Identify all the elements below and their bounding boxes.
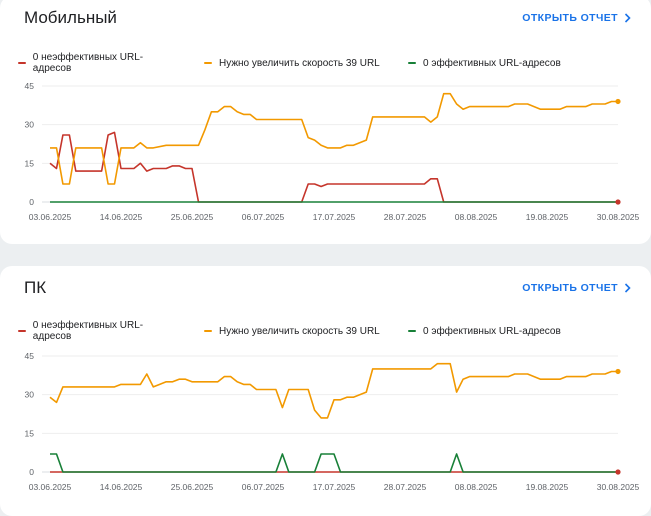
y-tick-label: 30	[25, 120, 35, 130]
x-tick-label: 25.06.2025	[171, 482, 214, 492]
card-title: ПК	[24, 278, 47, 297]
desktop-line-chart: 0 15 30 45 03.06.2025 14.06.2025 25.06.2025 06.…	[25, 351, 640, 492]
legend-label: 0 неэффективных URL-адресов	[32, 320, 144, 342]
mobile-line-chart: 0 15 30 45 03.06.2025 14.06.2025 25.06.2025 06.…	[25, 81, 640, 222]
x-tick-label: 14.06.2025	[100, 212, 143, 222]
x-tick-label: 06.07.2025	[242, 482, 285, 492]
legend-swatch	[408, 62, 416, 64]
legend-item-good[interactable]: 0 эффективных URL-адресов	[408, 52, 561, 74]
legend-item-good[interactable]: 0 эффективных URL-адресов	[408, 320, 561, 342]
x-tick-label: 17.07.2025	[313, 482, 356, 492]
x-tick-label: 03.06.2025	[29, 482, 72, 492]
series-line[interactable]	[49, 131, 618, 203]
legend-swatch	[18, 330, 26, 332]
open-report-link[interactable]: ОТКРЫТЬ ОТЧЕТ	[522, 12, 631, 24]
y-tick-label: 15	[25, 158, 35, 168]
x-tick-label: 03.06.2025	[29, 212, 72, 222]
legend-item-needs-improvement[interactable]: Нужно увеличить скорость 39 URL	[204, 52, 384, 74]
series-end-point[interactable]	[615, 199, 621, 205]
legend-label: 0 неэффективных URL-адресов	[32, 52, 144, 74]
y-tick-label: 30	[25, 390, 35, 400]
y-tick-label: 0	[29, 197, 34, 207]
series-line[interactable]	[50, 453, 618, 473]
chart-legend: 0 неэффективных URL-адресов Нужно увелич…	[18, 52, 589, 74]
x-tick-label: 28.07.2025	[384, 212, 427, 222]
x-tick-label: 06.07.2025	[242, 212, 285, 222]
y-tick-label: 45	[25, 351, 35, 361]
legend-swatch	[204, 62, 212, 64]
legend-label: Нужно увеличить скорость 39 URL	[219, 57, 380, 69]
x-tick-label: 08.08.2025	[455, 482, 498, 492]
x-tick-label: 19.08.2025	[526, 482, 569, 492]
x-tick-label: 17.07.2025	[313, 212, 356, 222]
mobile-card: Мобильный ОТКРЫТЬ ОТЧЕТ 0 неэффективных …	[0, 0, 651, 244]
series-line[interactable]	[50, 92, 618, 185]
chevron-right-icon	[624, 13, 631, 23]
x-tick-label: 14.06.2025	[100, 482, 143, 492]
x-tick-label: 30.08.2025	[597, 482, 640, 492]
legend-label: 0 эффективных URL-адресов	[423, 325, 561, 337]
x-tick-label: 08.08.2025	[455, 212, 498, 222]
legend-swatch	[408, 330, 416, 332]
legend-item-poor[interactable]: 0 неэффективных URL-адресов	[18, 320, 178, 342]
series-end-point[interactable]	[615, 368, 621, 375]
series-end-point[interactable]	[615, 98, 621, 105]
x-tick-label: 30.08.2025	[597, 212, 640, 222]
chevron-right-icon	[624, 283, 631, 293]
y-tick-label: 0	[29, 467, 34, 477]
series-end-point[interactable]	[615, 469, 621, 475]
open-report-label: ОТКРЫТЬ ОТЧЕТ	[522, 282, 618, 294]
x-tick-label: 19.08.2025	[526, 212, 569, 222]
y-tick-label: 15	[25, 428, 35, 438]
x-tick-label: 25.06.2025	[171, 212, 214, 222]
legend-item-poor[interactable]: 0 неэффективных URL-адресов	[18, 52, 178, 74]
legend-item-needs-improvement[interactable]: Нужно увеличить скорость 39 URL	[204, 320, 384, 342]
legend-label: 0 эффективных URL-адресов	[423, 57, 561, 69]
series-line[interactable]	[49, 362, 618, 419]
card-title: Мобильный	[24, 8, 117, 27]
legend-swatch	[18, 62, 26, 64]
open-report-link[interactable]: ОТКРЫТЬ ОТЧЕТ	[522, 282, 631, 294]
y-tick-label: 45	[25, 81, 35, 91]
open-report-label: ОТКРЫТЬ ОТЧЕТ	[522, 12, 618, 24]
desktop-card: ПК ОТКРЫТЬ ОТЧЕТ 0 неэффективных URL-адр…	[0, 266, 651, 516]
legend-label: Нужно увеличить скорость 39 URL	[219, 325, 380, 337]
x-tick-label: 28.07.2025	[384, 482, 427, 492]
chart-legend: 0 неэффективных URL-адресов Нужно увелич…	[18, 320, 589, 342]
legend-swatch	[204, 330, 212, 332]
